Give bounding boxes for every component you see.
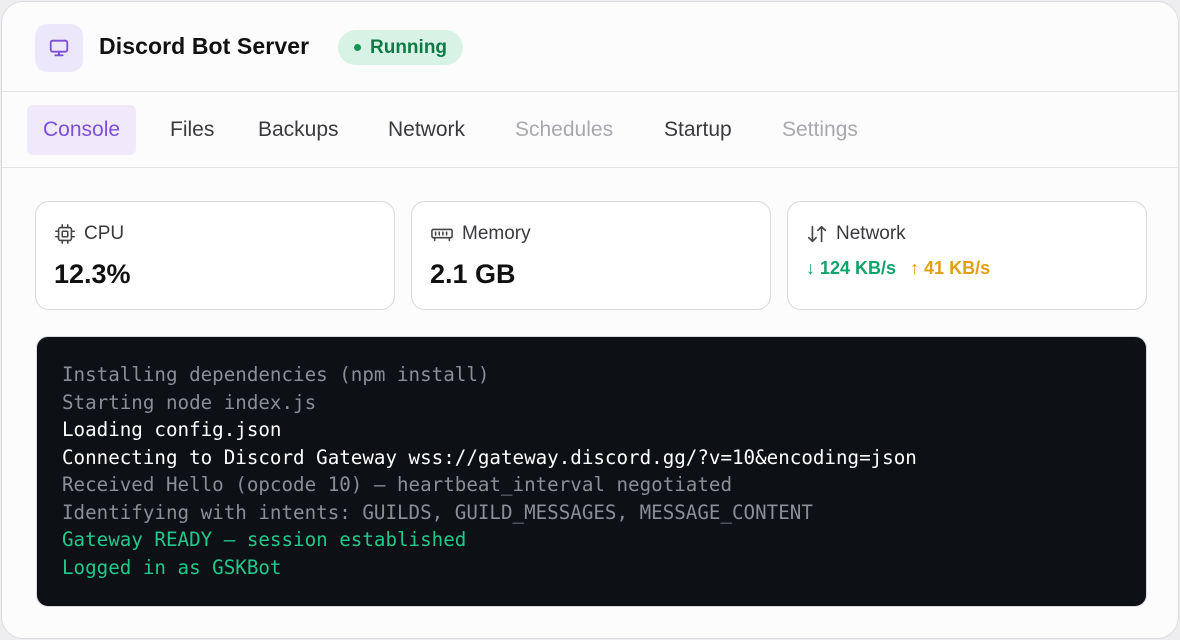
cpu-value: 12.3%	[54, 259, 131, 289]
console-line: Starting node index.js	[62, 390, 317, 414]
download-rate: ↓ 124 KB/s	[806, 258, 897, 278]
console-line: Gateway READY — session established	[62, 528, 467, 551]
server-header: Discord Bot Server Running	[2, 2, 1178, 92]
tab-console[interactable]: Console	[27, 105, 137, 155]
console-output[interactable]: Installing dependencies (npm install) St…	[36, 336, 1147, 607]
arrows-up-down-icon	[807, 225, 827, 243]
status-dot-icon	[354, 44, 361, 51]
monitor-icon	[35, 24, 83, 72]
memory-icon	[431, 228, 453, 242]
cpu-icon	[55, 224, 75, 244]
tab-startup[interactable]: Startup	[648, 105, 748, 155]
upload-rate: ↑ 41 KB/s	[910, 258, 991, 278]
cpu-card: CPU 12.3%	[35, 201, 395, 310]
memory-value: 2.1 GB	[430, 259, 516, 289]
tab-bar: Console Files Backups Network Schedules …	[2, 92, 1178, 168]
console-line: Logged in as GSKBot	[62, 555, 282, 579]
status-label: Running	[370, 36, 448, 58]
tab-network[interactable]: Network	[372, 105, 481, 155]
tab-settings[interactable]: Settings	[766, 105, 874, 155]
console-line: Installing dependencies (npm install)	[62, 363, 490, 386]
tab-backups[interactable]: Backups	[242, 105, 355, 155]
network-label: Network	[836, 223, 906, 244]
console-line: Received Hello (opcode 10) — heartbeat_i…	[62, 473, 733, 496]
tab-files[interactable]: Files	[154, 105, 230, 155]
memory-label: Memory	[462, 223, 531, 244]
tab-schedules[interactable]: Schedules	[499, 105, 629, 155]
console-line: Identifying with intents: GUILDS, GUILD_…	[62, 500, 813, 524]
page-title: Discord Bot Server	[99, 33, 310, 59]
console-line: Connecting to Discord Gateway wss://gate…	[62, 445, 917, 469]
server-panel: Discord Bot Server Running Console Files…	[1, 1, 1179, 639]
console-line: Loading config.json	[62, 418, 282, 441]
network-card: Network ↓ 124 KB/s ↑ 41 KB/s	[787, 201, 1147, 310]
cpu-label: CPU	[84, 223, 125, 244]
memory-card: Memory 2.1 GB	[411, 201, 771, 310]
status-badge: Running	[338, 30, 464, 65]
